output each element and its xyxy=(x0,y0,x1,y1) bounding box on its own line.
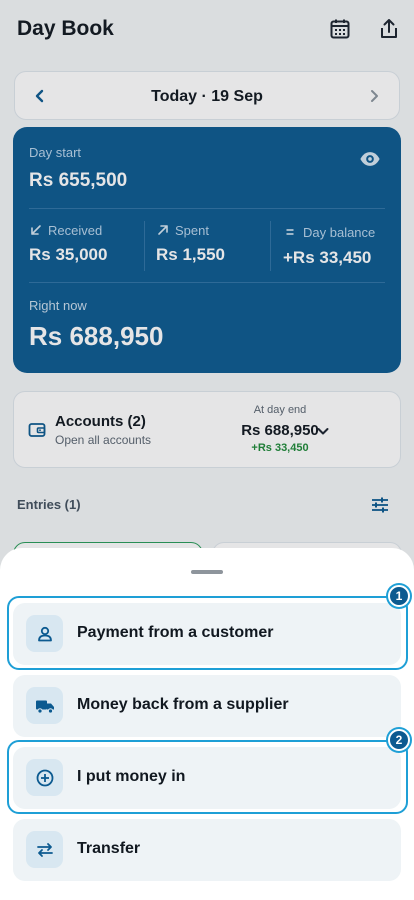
option-transfer[interactable]: Transfer xyxy=(13,819,401,881)
add-entry-sheet: Payment from a customer Money back from … xyxy=(0,548,414,900)
person-icon xyxy=(37,626,52,641)
option-money-back-from-supplier[interactable]: Money back from a supplier xyxy=(13,675,401,737)
option-label: Money back from a supplier xyxy=(77,696,289,713)
option-icon-box xyxy=(26,759,63,796)
option-icon-box xyxy=(26,687,63,724)
transfer-arrows-icon xyxy=(36,842,53,857)
option-label: Payment from a customer xyxy=(77,624,274,641)
option-label: I put money in xyxy=(77,768,186,785)
option-i-put-money-in[interactable]: I put money in xyxy=(13,747,401,809)
step-badge: 2 xyxy=(388,729,410,751)
drag-handle[interactable] xyxy=(191,570,223,574)
step-badge: 1 xyxy=(388,585,410,607)
option-icon-box xyxy=(26,615,63,652)
option-label: Transfer xyxy=(77,840,141,857)
option-payment-from-customer[interactable]: Payment from a customer xyxy=(13,603,401,665)
truck-icon xyxy=(35,700,54,714)
plus-circle-icon xyxy=(36,769,53,786)
option-icon-box xyxy=(26,831,63,868)
